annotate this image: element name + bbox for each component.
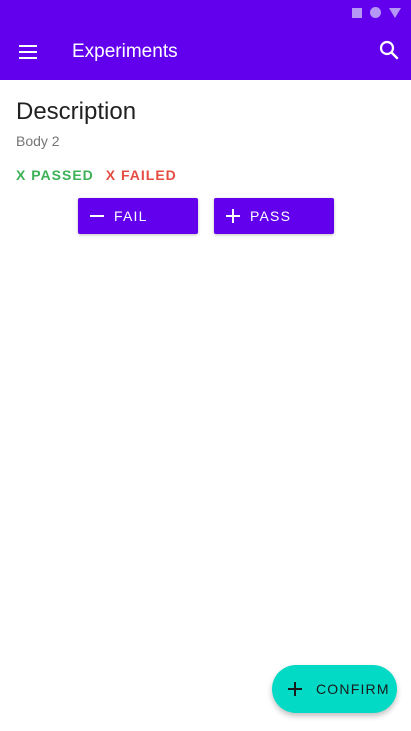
menu-icon[interactable]: [16, 40, 40, 64]
fail-button-label: FAIL: [114, 208, 148, 224]
description-body: Body 2: [16, 133, 60, 149]
pass-button[interactable]: PASS: [214, 198, 334, 234]
result-stats: X PASSED X FAILED: [16, 166, 177, 184]
passed-count: X PASSED: [16, 167, 94, 183]
fail-button[interactable]: FAIL: [78, 198, 198, 234]
description-title: Description: [16, 98, 137, 125]
circle-icon: [370, 7, 381, 18]
confirm-fab-label: CONFIRM: [316, 681, 390, 697]
pass-button-label: PASS: [250, 208, 292, 224]
app-bar-title: Experiments: [72, 41, 178, 62]
confirm-fab[interactable]: CONFIRM: [272, 665, 397, 713]
plus-icon: [226, 208, 242, 224]
minus-icon: [90, 208, 106, 224]
failed-count: X FAILED: [105, 167, 177, 183]
status-bar: [0, 0, 411, 24]
status-icons: [352, 7, 401, 18]
square-icon: [352, 7, 362, 18]
triangle-icon: [389, 7, 401, 18]
search-icon[interactable]: [377, 38, 401, 62]
app-bar: Experiments: [0, 24, 411, 80]
plus-icon: [288, 681, 304, 697]
